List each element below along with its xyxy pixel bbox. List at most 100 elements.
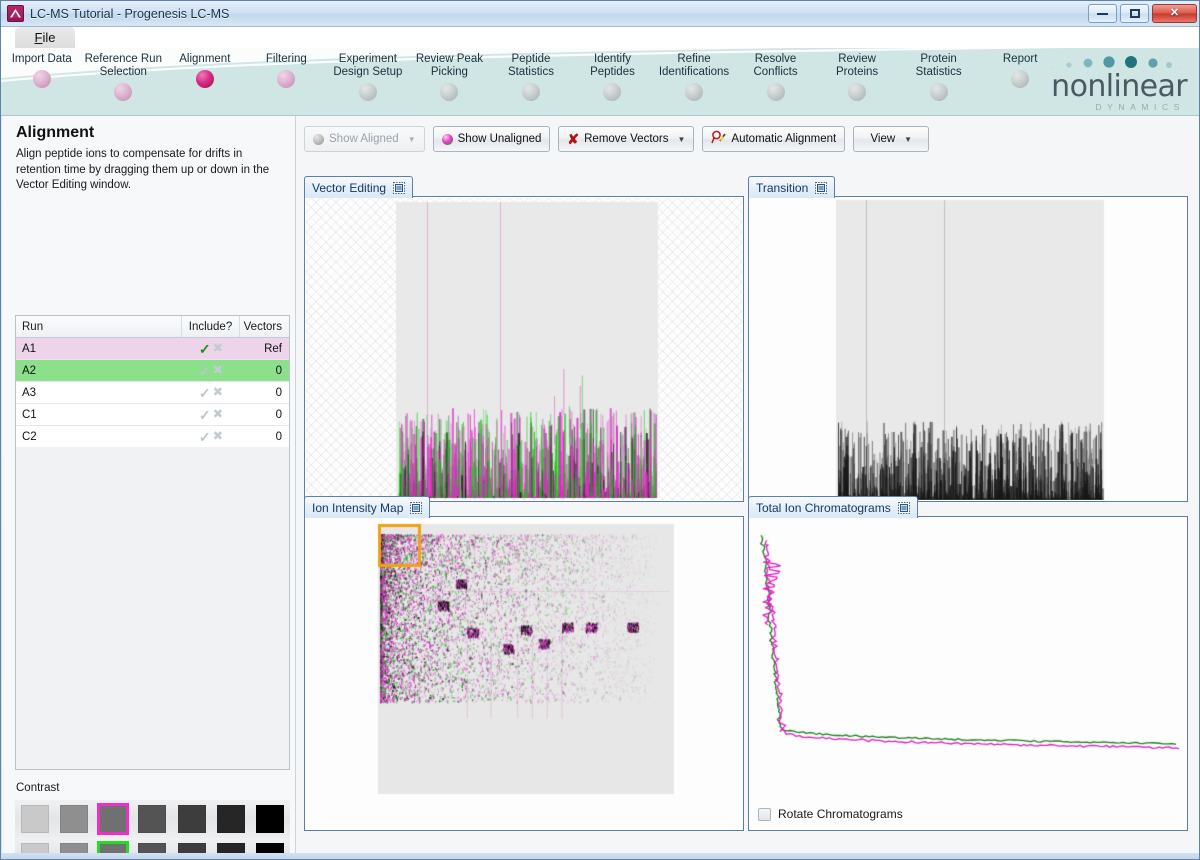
column-header-run[interactable]: Run <box>16 316 182 337</box>
vectors-cell: 0 <box>275 408 282 421</box>
contrast-swatch[interactable] <box>97 803 130 835</box>
vector-editing-tab[interactable]: Vector Editing <box>304 176 414 198</box>
popout-window-icon[interactable] <box>815 181 828 194</box>
workflow-step-experiment-design-setup[interactable]: Experiment Design Setup <box>327 48 409 115</box>
red-x-icon: ✘ <box>567 131 580 147</box>
total-ion-chromatograms-plot[interactable]: Rotate Chromatograms <box>750 518 1186 829</box>
exclude-cross-icon[interactable]: ✖ <box>213 342 223 355</box>
total-ion-chromatograms-canvas[interactable] <box>750 518 1186 773</box>
contrast-swatch[interactable] <box>256 805 285 833</box>
contrast-swatch[interactable] <box>59 805 88 833</box>
include-cell[interactable]: ✓✖ <box>182 360 240 381</box>
popout-window-icon[interactable] <box>393 181 406 194</box>
ion-intensity-map-plot[interactable] <box>306 518 742 829</box>
alignment-toolbar: Show Aligned ▼ Show Unaligned ✘ Remove V… <box>304 126 930 152</box>
contrast-row-target[interactable] <box>15 800 290 838</box>
column-header-vectors[interactable]: Vectors <box>240 316 288 337</box>
close-icon: ✕ <box>1169 7 1180 19</box>
ion-intensity-map-tab[interactable]: Ion Intensity Map <box>304 496 431 518</box>
workflow-step-peptide-statistics[interactable]: Peptide Statistics <box>490 48 572 115</box>
workflow-step-reference-run-selection[interactable]: Reference Run Selection <box>83 48 165 115</box>
vector-editing-canvas[interactable] <box>306 198 742 500</box>
transition-tab[interactable]: Transition <box>748 176 836 198</box>
include-cell[interactable]: ✓✖ <box>182 382 240 403</box>
workflow-step-alignment[interactable]: Alignment <box>164 48 246 115</box>
page-title: Alignment <box>16 124 95 141</box>
workflow-step-filtering[interactable]: Filtering <box>246 48 328 115</box>
rotate-chromatograms-checkbox[interactable]: Rotate Chromatograms <box>758 807 903 821</box>
table-row[interactable]: A1 ✓ ✖ Ref <box>16 338 289 360</box>
maximize-button[interactable] <box>1120 4 1149 23</box>
table-row[interactable]: C2 ✓ ✖ 0 <box>16 426 289 448</box>
include-cell[interactable]: ✓✖ <box>182 338 240 359</box>
workflow-step-review-proteins[interactable]: Review Proteins <box>816 48 898 115</box>
ion-intensity-map-canvas[interactable] <box>306 518 742 829</box>
workflow-step-dot-icon <box>603 83 622 101</box>
workflow-step-dot-icon <box>277 70 296 88</box>
workflow-step-refine-identifications[interactable]: Refine Identifications <box>653 48 735 115</box>
show-aligned-button[interactable]: Show Aligned ▼ <box>304 126 425 152</box>
workflow-step-label: Resolve Conflicts <box>753 53 798 78</box>
total-ion-chromatograms-tab[interactable]: Total Ion Chromatograms <box>748 496 918 518</box>
exclude-cross-icon[interactable]: ✖ <box>213 364 223 377</box>
status-strip <box>2 853 1199 859</box>
include-check-icon[interactable]: ✓ <box>199 364 211 378</box>
show-unaligned-label: Show Unaligned <box>457 133 542 145</box>
exclude-cross-icon[interactable]: ✖ <box>213 430 223 443</box>
include-check-icon[interactable]: ✓ <box>199 342 211 356</box>
vectors-cell: 0 <box>275 364 282 377</box>
workflow-step-label: Refine Identifications <box>658 53 730 78</box>
automatic-alignment-button[interactable]: Automatic Alignment <box>702 126 846 152</box>
close-button[interactable]: ✕ <box>1152 4 1197 23</box>
workflow-step-import-data[interactable]: Import Data <box>1 48 83 115</box>
run-name-cell: A1 <box>22 342 37 355</box>
minimize-button[interactable] <box>1088 4 1117 23</box>
vectors-cell: 0 <box>275 430 282 443</box>
exclude-cross-icon[interactable]: ✖ <box>213 386 223 399</box>
nonlinear-dynamics-logo: nonlinear DYNAMICS <box>1037 54 1188 112</box>
popout-window-icon[interactable] <box>897 501 910 514</box>
include-cell[interactable]: ✓✖ <box>182 426 240 447</box>
run-table-header: Run Include? Vectors <box>16 316 289 338</box>
contrast-swatch[interactable] <box>20 805 49 833</box>
workflow-step-label: Review Peak Picking <box>415 53 483 78</box>
remove-vectors-label: Remove Vectors <box>584 133 669 145</box>
chevron-down-icon: ▼ <box>407 134 416 144</box>
table-row[interactable]: A3 ✓ ✖ 0 <box>16 382 289 404</box>
workflow-step-dot-icon <box>685 83 704 101</box>
workflow-step-identify-peptides[interactable]: Identify Peptides <box>572 48 654 115</box>
include-check-icon[interactable]: ✓ <box>199 408 211 422</box>
rotate-chromatograms-label: Rotate Chromatograms <box>778 807 903 821</box>
include-check-icon[interactable]: ✓ <box>199 386 211 400</box>
include-check-icon[interactable]: ✓ <box>199 430 211 444</box>
contrast-swatch[interactable] <box>177 805 206 833</box>
chevron-down-icon: ▼ <box>677 134 686 144</box>
workflow-bar: Import Data Reference Run Selection Alignm… <box>1 48 1199 116</box>
table-row[interactable]: A2 ✓ ✖ 0 <box>16 360 289 382</box>
workflow-step-review-peak-picking[interactable]: Review Peak Picking <box>409 48 491 115</box>
file-menu-tab[interactable]: File <box>15 27 75 48</box>
table-row[interactable]: C1 ✓ ✖ 0 <box>16 404 289 426</box>
transition-canvas[interactable] <box>750 198 1186 500</box>
workflow-step-dot-icon <box>440 83 459 101</box>
include-cell[interactable]: ✓✖ <box>182 404 240 425</box>
workflow-step-protein-statistics[interactable]: Protein Statistics <box>898 48 980 115</box>
column-header-include[interactable]: Include? <box>182 316 240 337</box>
application-window: LC-MS Tutorial - Progenesis LC-MS ✕ File… <box>0 0 1200 860</box>
contrast-swatch[interactable] <box>217 805 246 833</box>
workflow-step-label: Report <box>1002 53 1038 65</box>
show-unaligned-button[interactable]: Show Unaligned <box>432 126 551 152</box>
run-name-cell: C2 <box>22 430 37 443</box>
vector-editing-plot[interactable] <box>306 198 742 500</box>
view-button[interactable]: View ▼ <box>853 126 930 152</box>
popout-window-icon[interactable] <box>410 501 423 514</box>
show-aligned-label: Show Aligned <box>329 133 399 145</box>
contrast-swatch[interactable] <box>138 805 167 833</box>
transition-plot[interactable] <box>750 198 1186 500</box>
workflow-step-resolve-conflicts[interactable]: Resolve Conflicts <box>735 48 817 115</box>
gray-dot-icon <box>313 133 324 145</box>
app-icon <box>7 5 24 22</box>
contrast-label: Contrast <box>16 782 60 794</box>
remove-vectors-button[interactable]: ✘ Remove Vectors ▼ <box>558 126 695 152</box>
exclude-cross-icon[interactable]: ✖ <box>213 408 223 421</box>
